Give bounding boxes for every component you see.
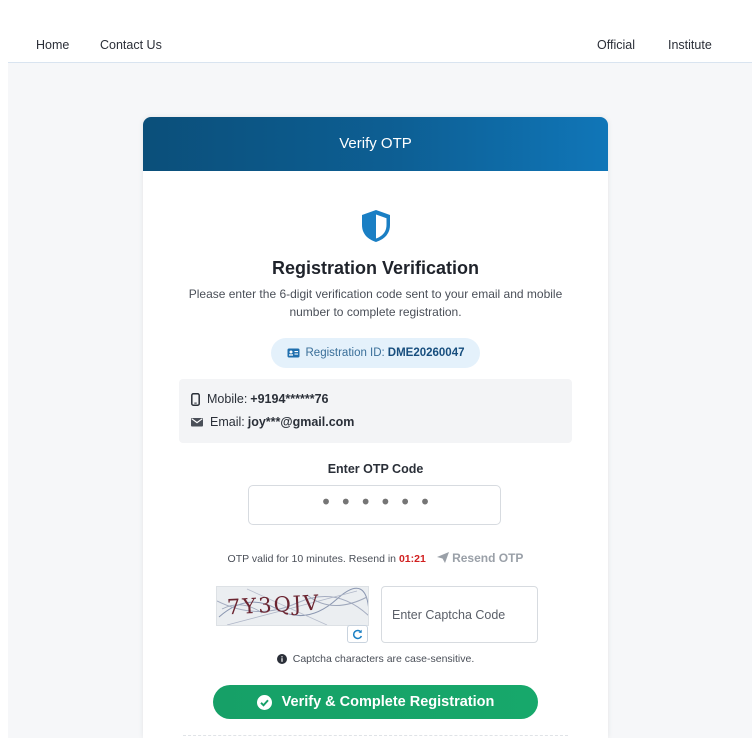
captcha-input[interactable] xyxy=(381,586,538,643)
refresh-captcha-button[interactable] xyxy=(347,625,368,643)
email-value: joy***@gmail.com xyxy=(247,415,355,429)
verification-description: Please enter the 6-digit verification co… xyxy=(188,287,563,319)
mobile-row: Mobile: +9194******76 xyxy=(191,392,329,406)
mobile-label: Mobile: xyxy=(207,392,248,406)
top-navbar: Home Contact Us Official Institute xyxy=(8,8,752,63)
contact-info-box: Mobile: +9194******76 Email: joy***@gmai… xyxy=(179,379,572,443)
card-header: Verify OTP xyxy=(143,117,608,171)
otp-label: Enter OTP Code xyxy=(327,462,424,476)
refresh-icon xyxy=(352,629,363,639)
paper-plane-icon xyxy=(436,552,449,563)
id-card-icon xyxy=(287,348,299,358)
nav-official-link[interactable]: Official xyxy=(597,38,635,52)
shield-icon xyxy=(362,210,390,242)
nav-home-link[interactable]: Home xyxy=(36,38,69,52)
verify-button-label: Verify & Complete Registration xyxy=(281,694,495,710)
email-label: Email: xyxy=(210,415,245,429)
verify-complete-button[interactable]: Verify & Complete Registration xyxy=(213,685,538,719)
envelope-icon xyxy=(191,418,203,427)
resend-otp-label: Resend OTP xyxy=(452,551,524,565)
otp-validity-info: OTP valid for 10 minutes. Resend in 01:2… xyxy=(143,551,608,565)
check-circle-icon xyxy=(256,694,272,710)
captcha-image: 7Y3QJV xyxy=(216,586,369,626)
nav-institute-link[interactable]: Institute xyxy=(668,38,712,52)
mobile-phone-icon xyxy=(191,392,200,406)
otp-validity-text: OTP valid for 10 minutes. Resend in xyxy=(227,553,397,565)
registration-id-value: DME20260047 xyxy=(387,347,465,359)
otp-input[interactable] xyxy=(248,485,501,525)
info-circle-icon xyxy=(276,654,287,664)
captcha-note-text: Captcha characters are case-sensitive. xyxy=(292,653,475,665)
resend-otp-button[interactable]: Resend OTP xyxy=(436,551,524,565)
mobile-value: +9194******76 xyxy=(250,392,329,406)
email-row: Email: joy***@gmail.com xyxy=(191,415,354,429)
verify-otp-card: Verify OTP Registration Verification Ple… xyxy=(143,117,608,738)
resend-timer: 01:21 xyxy=(398,553,426,565)
nav-contact-link[interactable]: Contact Us xyxy=(100,38,162,52)
registration-id-badge: Registration ID: DME20260047 xyxy=(271,338,480,368)
page-title: Registration Verification xyxy=(271,258,480,278)
captcha-note: Captcha characters are case-sensitive. xyxy=(143,653,608,665)
divider xyxy=(183,735,568,736)
captcha-text: 7Y3QJV xyxy=(226,590,321,620)
registration-id-label: Registration ID: xyxy=(305,347,385,359)
